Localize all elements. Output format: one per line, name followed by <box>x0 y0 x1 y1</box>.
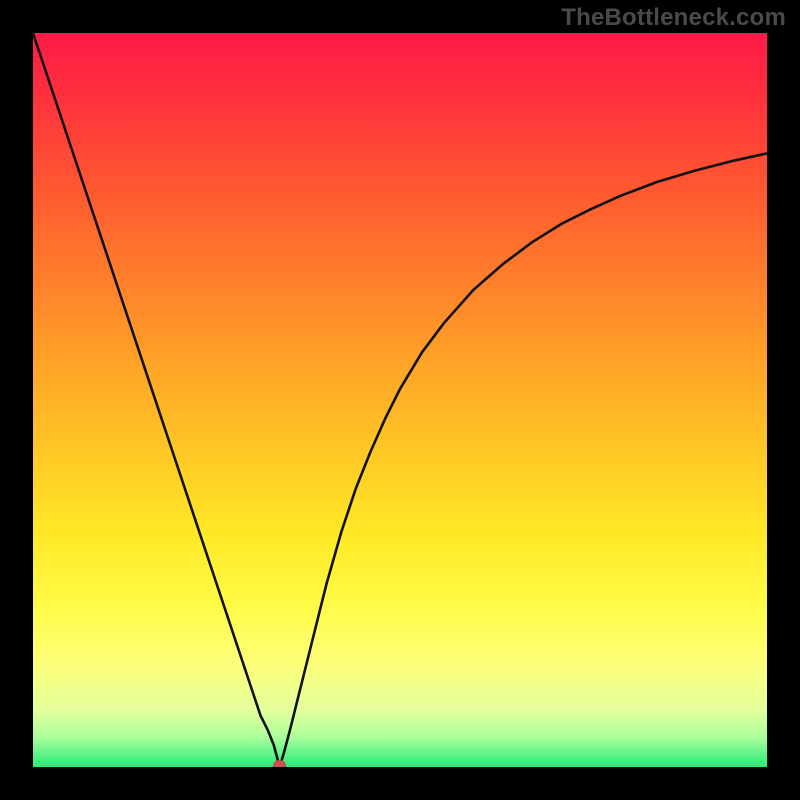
curve-right-branch <box>280 153 767 767</box>
minimum-marker <box>273 760 286 767</box>
plot-area <box>33 33 767 767</box>
watermark-text: TheBottleneck.com <box>561 4 786 32</box>
chart-frame: TheBottleneck.com <box>0 0 800 800</box>
curve-left-branch <box>33 33 280 767</box>
bottleneck-curve <box>33 33 767 767</box>
